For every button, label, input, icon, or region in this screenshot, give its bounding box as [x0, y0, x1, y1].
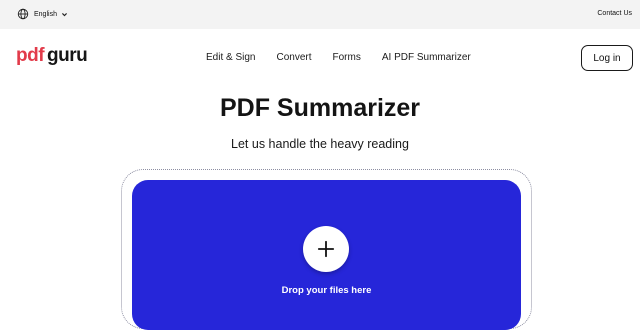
page-title: PDF Summarizer: [219, 94, 421, 122]
upload-button[interactable]: [303, 226, 349, 272]
language-label: English: [34, 10, 57, 18]
nav-edit-sign[interactable]: Edit & Sign: [206, 52, 255, 63]
login-button[interactable]: Log in: [581, 45, 633, 71]
top-bar: English Contact Us: [0, 0, 640, 29]
nav-ai-pdf-summarizer[interactable]: AI PDF Summarizer: [382, 52, 471, 63]
chevron-down-icon: [61, 12, 67, 16]
main-nav: Edit & Sign Convert Forms AI PDF Summari…: [206, 52, 471, 63]
main-header: pdf guru Edit & Sign Convert Forms AI PD…: [0, 29, 640, 87]
nav-convert[interactable]: Convert: [276, 52, 311, 63]
contact-us-link[interactable]: Contact Us: [597, 10, 632, 17]
language-selector[interactable]: English: [17, 8, 68, 20]
nav-forms[interactable]: Forms: [333, 52, 361, 63]
logo-pdf: pdf: [16, 45, 45, 66]
logo[interactable]: pdf guru: [16, 45, 88, 67]
logo-guru: guru: [47, 45, 88, 66]
plus-icon: [317, 240, 335, 258]
drop-files-label: Drop your files here: [281, 285, 372, 296]
page-subtitle: Let us handle the heavy reading: [231, 137, 409, 151]
globe-icon: [17, 8, 29, 20]
